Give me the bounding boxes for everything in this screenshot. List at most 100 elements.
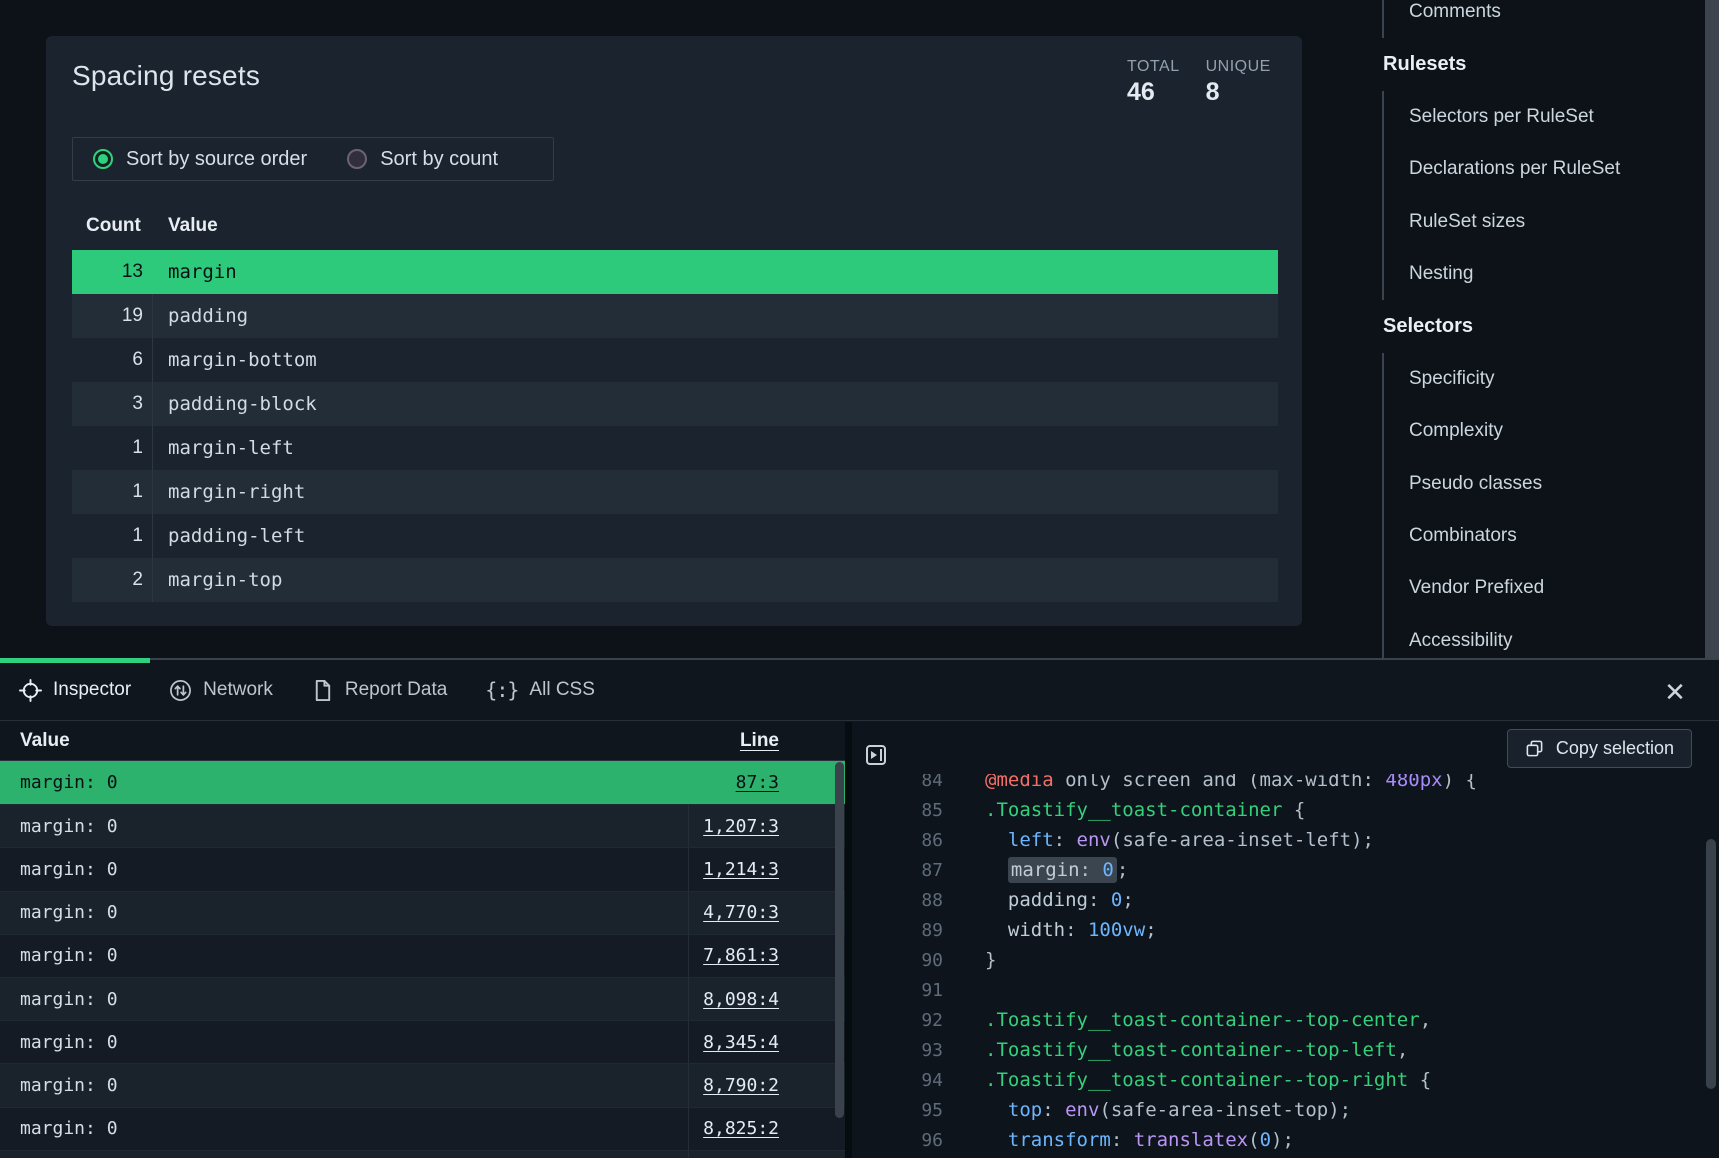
code-line: 88 padding: 0; bbox=[852, 885, 1703, 915]
copy-selection-button[interactable]: Copy selection bbox=[1507, 729, 1692, 768]
inspector-row-value: margin: 0 bbox=[0, 945, 688, 966]
code-line-content: left: env(safe-area-inset-left); bbox=[985, 829, 1374, 851]
row-count: 3 bbox=[72, 393, 152, 415]
table-row[interactable]: 1margin-right bbox=[72, 470, 1278, 514]
sort-option-sort-by-source-order[interactable]: Sort by source order bbox=[93, 148, 307, 171]
stat-label: TOTAL bbox=[1127, 58, 1180, 76]
line-link[interactable]: 4,770:3 bbox=[703, 902, 779, 923]
line-link[interactable]: 8,098:4 bbox=[703, 989, 779, 1010]
panel-expand-icon[interactable] bbox=[866, 745, 886, 765]
inspector-row[interactable]: margin: 0 87:3 bbox=[0, 761, 845, 804]
code-viewer[interactable]: 84@media only screen and (max-width: 480… bbox=[852, 774, 1703, 1158]
code-line-content: .Toastify__toast-container--top-center, bbox=[985, 1009, 1431, 1031]
inspector-table-header: Value Line bbox=[0, 722, 845, 761]
radio-unselected-icon[interactable] bbox=[347, 149, 367, 169]
code-line-number: 90 bbox=[852, 950, 943, 971]
inspector-line-header[interactable]: Line bbox=[688, 730, 779, 752]
code-line: 94 .Toastify__toast-container--top-right … bbox=[852, 1065, 1703, 1095]
page-scrollbar-thumb[interactable] bbox=[1705, 0, 1719, 658]
sidebar-item-specificity[interactable]: Specificity bbox=[1382, 353, 1700, 405]
line-link[interactable]: 7,861:3 bbox=[703, 945, 779, 966]
code-line-number: 84 bbox=[852, 774, 943, 791]
sidebar-item-ruleset-sizes[interactable]: RuleSet sizes bbox=[1382, 196, 1700, 248]
inspector-row-value: margin: 0 bbox=[0, 772, 688, 793]
stat-value: 8 bbox=[1206, 78, 1271, 107]
inspector-scrollbar-thumb[interactable] bbox=[835, 762, 844, 1118]
sidebar-item-nesting[interactable]: Nesting bbox=[1382, 248, 1700, 300]
code-line: 87 margin: 0; bbox=[852, 855, 1703, 885]
table-row[interactable]: 1padding-left bbox=[72, 514, 1278, 558]
row-count: 2 bbox=[72, 569, 152, 591]
sidebar-section-rulesets: Rulesets bbox=[1380, 38, 1700, 90]
code-line: 85.Toastify__toast-container { bbox=[852, 795, 1703, 825]
card-stats: TOTAL46 UNIQUE 8 bbox=[1127, 58, 1271, 107]
inspector-row-value: margin: 0 bbox=[0, 1118, 688, 1139]
sidebar: CommentsRulesetsSelectors per RuleSetDec… bbox=[1380, 0, 1700, 667]
tab-all-css[interactable]: {:} All CSS bbox=[466, 660, 614, 720]
sort-controls: Sort by source order Sort by count bbox=[72, 137, 554, 181]
table-row[interactable]: 3padding-block bbox=[72, 382, 1278, 426]
sort-option-label: Sort by count bbox=[380, 148, 498, 171]
value-column-header: Value bbox=[152, 215, 1278, 237]
tab-network[interactable]: Network bbox=[150, 660, 292, 720]
code-scrollbar-thumb[interactable] bbox=[1706, 839, 1716, 1089]
sidebar-item-pseudo-classes[interactable]: Pseudo classes bbox=[1382, 458, 1700, 510]
table-row[interactable]: 19padding bbox=[72, 294, 1278, 338]
inspector-row[interactable]: margin: 0 8,825:2 bbox=[0, 1107, 845, 1150]
inspector-row[interactable]: margin: 08,790:2 bbox=[0, 1063, 845, 1106]
copy-icon bbox=[1525, 739, 1544, 758]
close-icon[interactable]: ✕ bbox=[1659, 676, 1691, 708]
code-line-number: 85 bbox=[852, 800, 943, 821]
code-line-content: .Toastify__toast-container--top-right { bbox=[985, 1069, 1431, 1091]
sidebar-item-combinators[interactable]: Combinators bbox=[1382, 510, 1700, 562]
code-line-content: width: 100vw; bbox=[985, 919, 1157, 941]
line-link[interactable]: 8,790:2 bbox=[703, 1075, 779, 1096]
sidebar-item-declarations-per-ruleset[interactable]: Declarations per RuleSet bbox=[1382, 143, 1700, 195]
line-link[interactable]: 8,345:4 bbox=[703, 1032, 779, 1053]
line-link[interactable]: 1,207:3 bbox=[703, 816, 779, 837]
tab-label: All CSS bbox=[529, 679, 594, 701]
row-value: margin-left bbox=[152, 426, 1278, 470]
code-line: 84@media only screen and (max-width: 480… bbox=[852, 774, 1703, 795]
inspector-row[interactable]: margin: 0 8,098:4 bbox=[0, 977, 845, 1020]
inspector-row-value: margin: 0 bbox=[0, 859, 688, 880]
code-line-number: 87 bbox=[852, 860, 943, 881]
code-line: 90} bbox=[852, 945, 1703, 975]
inspector-row[interactable]: margin: 0 1,214:3 bbox=[0, 847, 845, 890]
line-link[interactable]: 8,825:2 bbox=[703, 1118, 779, 1139]
table-row[interactable]: 2margin-top bbox=[72, 558, 1278, 602]
sidebar-item-complexity[interactable]: Complexity bbox=[1382, 405, 1700, 457]
sort-option-sort-by-count[interactable]: Sort by count bbox=[347, 148, 498, 171]
inspector-results-pane: Value Line margin: 087:3margin: 01,207:3… bbox=[0, 722, 845, 1158]
table-row[interactable]: 1margin-left bbox=[72, 426, 1278, 470]
inspector-row[interactable]: margin: 04,770:3 bbox=[0, 891, 845, 934]
inspector-row[interactable]: margin: 08,345:4 bbox=[0, 1020, 845, 1063]
inspector-row-value: margin: 0 bbox=[0, 989, 688, 1010]
code-line: 96 transform: translatex(0); bbox=[852, 1125, 1703, 1155]
code-line-number: 88 bbox=[852, 890, 943, 911]
braces-icon: {:} bbox=[485, 678, 518, 702]
sidebar-item-selectors-per-ruleset[interactable]: Selectors per RuleSet bbox=[1382, 91, 1700, 143]
stat-label: UNIQUE bbox=[1206, 58, 1271, 76]
table-row[interactable]: 13margin bbox=[72, 250, 1278, 294]
radio-selected-icon[interactable] bbox=[93, 149, 113, 169]
file-icon bbox=[311, 679, 334, 702]
code-line-content: .Toastify__toast-container--top-left, bbox=[985, 1039, 1408, 1061]
code-line-number: 93 bbox=[852, 1040, 943, 1061]
sidebar-item-comments[interactable]: Comments bbox=[1382, 0, 1700, 38]
sidebar-item-vendor-prefixed[interactable]: Vendor Prefixed bbox=[1382, 562, 1700, 614]
sidebar-section-selectors: Selectors bbox=[1380, 300, 1700, 352]
inspector-row[interactable]: margin: 0 bbox=[0, 1150, 845, 1158]
line-link[interactable]: 1,214:3 bbox=[703, 859, 779, 880]
spacing-resets-card: Spacing resets TOTAL46UNIQUE8 Sort by so… bbox=[46, 36, 1302, 626]
table-row[interactable]: 6margin-bottom bbox=[72, 338, 1278, 382]
stat-total: TOTAL46 bbox=[1127, 58, 1180, 107]
code-line-content: } bbox=[985, 949, 996, 971]
inspector-row[interactable]: margin: 01,207:3 bbox=[0, 804, 845, 847]
inspector-row[interactable]: margin: 0 7,861:3 bbox=[0, 934, 845, 977]
code-line-number: 94 bbox=[852, 1070, 943, 1091]
tab-inspector[interactable]: Inspector bbox=[0, 660, 150, 720]
row-count: 1 bbox=[72, 437, 152, 459]
line-link[interactable]: 87:3 bbox=[736, 772, 779, 793]
tab-report-data[interactable]: Report Data bbox=[292, 660, 466, 720]
